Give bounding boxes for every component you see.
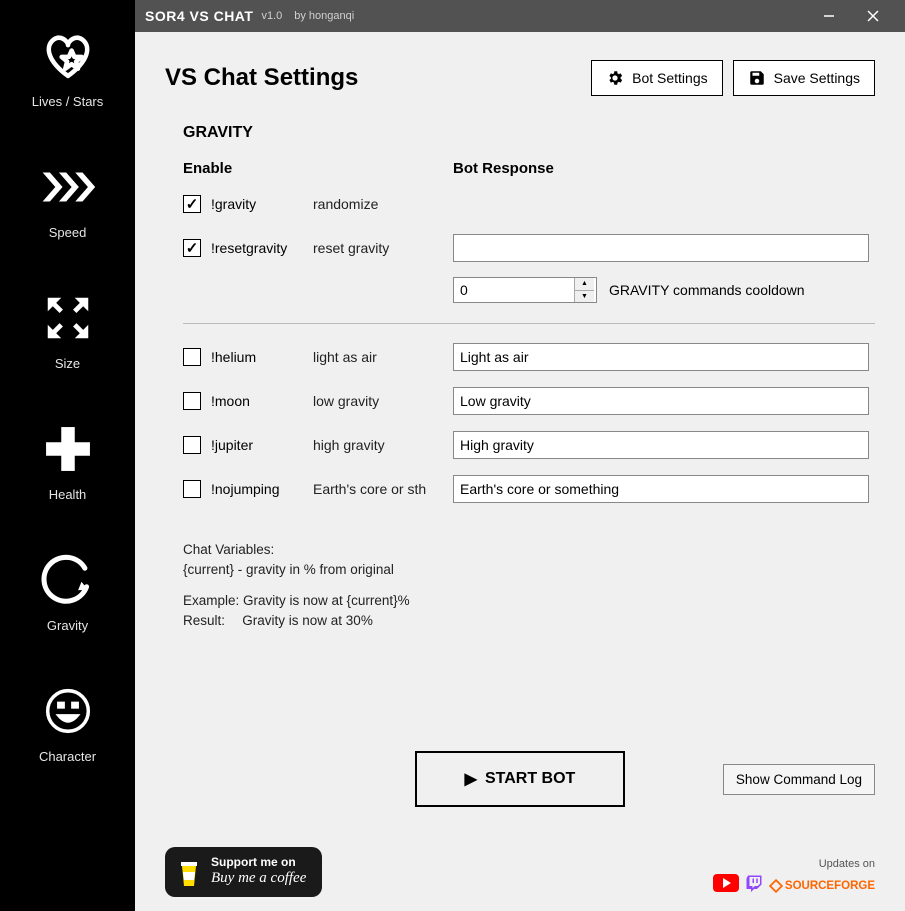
checkbox-jupiter[interactable] [183, 436, 201, 454]
command-label: !jupiter [211, 437, 253, 453]
sidebar-item-label: Size [55, 356, 80, 371]
checkbox-helium[interactable] [183, 348, 201, 366]
command-desc: light as air [313, 349, 453, 365]
page-title: VS Chat Settings [165, 64, 358, 92]
twitch-icon[interactable] [745, 874, 763, 897]
response-input-nojumping[interactable] [453, 475, 869, 503]
plus-icon [38, 419, 98, 479]
save-settings-button[interactable]: Save Settings [733, 60, 875, 96]
gravity-icon [38, 550, 98, 610]
main-area: SOR4 VS CHAT v1.0 by honganqi VS Chat Se… [135, 0, 905, 911]
command-row-nojumping: !nojumping Earth's core or sth [183, 474, 875, 504]
sidebar-item-lives-stars[interactable]: Lives / Stars [0, 18, 135, 117]
sidebar-item-size[interactable]: Size [0, 280, 135, 379]
command-row-gravity: !gravity randomize [183, 189, 875, 219]
play-icon: ▶ [465, 769, 477, 789]
command-row-jupiter: !jupiter high gravity [183, 430, 875, 460]
sidebar-item-speed[interactable]: Speed [0, 149, 135, 248]
sidebar-item-gravity[interactable]: Gravity [0, 542, 135, 641]
show-command-log-button[interactable]: Show Command Log [723, 764, 875, 795]
button-label: Bot Settings [632, 70, 708, 86]
sidebar-item-label: Lives / Stars [32, 94, 104, 109]
sidebar-item-label: Health [49, 487, 87, 502]
bot-settings-button[interactable]: Bot Settings [591, 60, 723, 96]
face-laugh-icon [38, 681, 98, 741]
gear-icon [606, 69, 624, 87]
command-desc: low gravity [313, 393, 453, 409]
minimize-button[interactable] [807, 0, 851, 32]
sourceforge-label: SOURCEFORGE [785, 880, 875, 892]
response-input-moon[interactable] [453, 387, 869, 415]
sourceforge-link[interactable]: SOURCEFORGE [769, 879, 875, 893]
checkbox-moon[interactable] [183, 392, 201, 410]
sidebar-item-character[interactable]: Character [0, 673, 135, 772]
cooldown-input[interactable] [454, 278, 574, 302]
cooldown-row: ▲ ▼ GRAVITY commands cooldown [453, 277, 875, 303]
coffee-cup-icon [177, 856, 201, 888]
bmac-line1: Support me on [211, 856, 306, 870]
start-bot-button[interactable]: ▶ START BOT [415, 751, 626, 807]
command-desc: high gravity [313, 437, 453, 453]
vars-line: {current} - gravity in % from original [183, 560, 875, 580]
buy-me-a-coffee-button[interactable]: Support me on Buy me a coffee [165, 847, 322, 897]
sidebar-item-health[interactable]: Health [0, 411, 135, 510]
response-input-helium[interactable] [453, 343, 869, 371]
command-row-moon: !moon low gravity [183, 386, 875, 416]
app-title: SOR4 VS CHAT [145, 8, 253, 24]
youtube-icon[interactable] [713, 874, 739, 897]
sidebar-item-label: Speed [49, 225, 87, 240]
checkbox-resetgravity[interactable] [183, 239, 201, 257]
column-header-response: Bot Response [453, 160, 554, 177]
vars-line: Example: Gravity is now at {current}% [183, 591, 875, 611]
chat-variables-help: Chat Variables: {current} - gravity in %… [183, 540, 875, 631]
titlebar: SOR4 VS CHAT v1.0 by honganqi [135, 0, 905, 32]
save-icon [748, 69, 766, 87]
close-button[interactable] [851, 0, 895, 32]
column-header-enable: Enable [183, 160, 453, 177]
app-author: by honganqi [294, 10, 354, 22]
content: VS Chat Settings Bot Settings Save Setti… [135, 32, 905, 911]
app-version: v1.0 [261, 10, 282, 22]
spinner-up-button[interactable]: ▲ [575, 278, 594, 291]
heart-star-icon [38, 26, 98, 86]
command-row-resetgravity: !resetgravity reset gravity [183, 233, 875, 263]
checkbox-gravity[interactable] [183, 195, 201, 213]
command-desc: Earth's core or sth [313, 481, 453, 497]
response-input-jupiter[interactable] [453, 431, 869, 459]
vars-line: Chat Variables: [183, 540, 875, 560]
sidebar: Lives / Stars Speed Size [0, 0, 135, 911]
sidebar-item-label: Gravity [47, 618, 88, 633]
command-label: !gravity [211, 196, 256, 212]
button-label: Save Settings [774, 70, 860, 86]
bmac-line2: Buy me a coffee [211, 870, 306, 887]
command-label: !moon [211, 393, 250, 409]
sidebar-item-label: Character [39, 749, 96, 764]
divider [183, 323, 875, 324]
updates-label: Updates on [819, 858, 875, 870]
section-title: GRAVITY [183, 124, 875, 142]
sourceforge-icon [769, 879, 783, 893]
command-label: !resetgravity [211, 240, 287, 256]
command-label: !helium [211, 349, 256, 365]
button-label: START BOT [485, 770, 575, 788]
command-desc: reset gravity [313, 240, 453, 256]
command-row-helium: !helium light as air [183, 342, 875, 372]
spinner-down-button[interactable]: ▼ [575, 291, 594, 303]
response-input-resetgravity[interactable] [453, 234, 869, 262]
checkbox-nojumping[interactable] [183, 480, 201, 498]
cooldown-spinner[interactable]: ▲ ▼ [453, 277, 597, 303]
updates-section: Updates on SOURCEFORGE [713, 858, 875, 897]
command-label: !nojumping [211, 481, 280, 497]
speed-chevrons-icon [38, 157, 98, 217]
expand-arrows-icon [38, 288, 98, 348]
vars-line: Result: Gravity is now at 30% [183, 611, 875, 631]
cooldown-label: GRAVITY commands cooldown [609, 282, 805, 298]
command-desc: randomize [313, 196, 453, 212]
